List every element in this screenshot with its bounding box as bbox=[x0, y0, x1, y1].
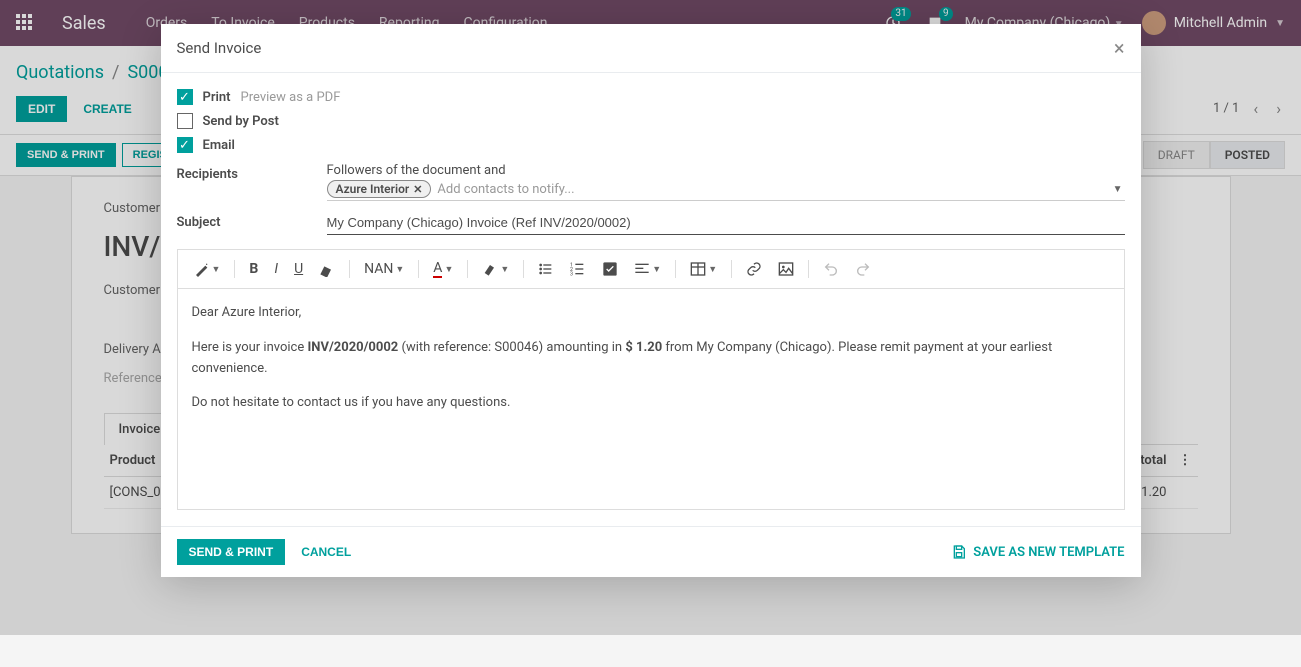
link-icon[interactable] bbox=[740, 257, 768, 281]
close-icon[interactable]: × bbox=[1114, 38, 1125, 58]
recipients-dropdown-icon[interactable]: ▼ bbox=[1113, 184, 1123, 195]
hint-preview-pdf[interactable]: Preview as a PDF bbox=[241, 90, 341, 105]
highlight-icon[interactable]: ▼ bbox=[476, 257, 515, 281]
subject-input[interactable] bbox=[327, 211, 1125, 235]
breadcrumb-root[interactable]: Quotations bbox=[16, 62, 104, 83]
body-closing: Do not hesitate to contact us if you hav… bbox=[192, 393, 1110, 414]
avatar bbox=[1142, 11, 1166, 35]
font-size-select[interactable]: NAN▼ bbox=[358, 257, 410, 281]
checkbox-print[interactable]: ✓ bbox=[177, 89, 193, 105]
label-print: Print bbox=[203, 90, 231, 105]
apps-icon[interactable] bbox=[16, 14, 34, 32]
label-subject: Subject bbox=[177, 211, 327, 230]
send-and-print-button[interactable]: SEND & PRINT bbox=[16, 143, 116, 167]
remove-recipient-icon[interactable]: ✕ bbox=[413, 183, 422, 196]
checklist-icon[interactable] bbox=[596, 257, 624, 281]
table-icon[interactable]: ▼ bbox=[684, 257, 723, 281]
body-main: Here is your invoice INV/2020/0002 (with… bbox=[192, 338, 1110, 380]
email-body-editor: ▼ B I U NAN▼ A▼ bbox=[177, 249, 1125, 510]
ol-icon[interactable]: 123 bbox=[564, 257, 592, 281]
pager-next-icon[interactable]: › bbox=[1272, 95, 1285, 122]
create-button[interactable]: CREATE bbox=[71, 96, 143, 122]
body-greeting: Dear Azure Interior, bbox=[192, 303, 1110, 324]
recipient-tag: Azure Interior ✕ bbox=[327, 180, 432, 198]
bold-icon[interactable]: B bbox=[243, 257, 264, 281]
app-brand[interactable]: Sales bbox=[62, 13, 106, 34]
stage-posted[interactable]: POSTED bbox=[1210, 141, 1285, 169]
checkbox-send-by-post[interactable] bbox=[177, 113, 193, 129]
modal-backdrop: Send Invoice × ✓ Print Preview as a PDF … bbox=[0, 0, 1301, 635]
recipients-input[interactable]: Azure Interior ✕ Add contacts to notify.… bbox=[327, 178, 1125, 201]
align-icon[interactable]: ▼ bbox=[628, 257, 667, 281]
edit-button[interactable]: EDIT bbox=[16, 96, 67, 122]
cancel-button[interactable]: CANCEL bbox=[289, 539, 363, 565]
modal-title: Send Invoice bbox=[177, 39, 262, 57]
send-invoice-modal: Send Invoice × ✓ Print Preview as a PDF … bbox=[161, 24, 1141, 577]
underline-icon[interactable]: U bbox=[288, 257, 309, 281]
modal-send-print-button[interactable]: SEND & PRINT bbox=[177, 539, 286, 565]
label-recipients: Recipients bbox=[177, 163, 327, 182]
svg-text:3: 3 bbox=[570, 272, 573, 277]
label-email: Email bbox=[203, 138, 235, 153]
redo-icon[interactable] bbox=[849, 257, 877, 281]
save-as-template-button[interactable]: SAVE AS NEW TEMPLATE bbox=[951, 544, 1124, 560]
discuss-badge: 9 bbox=[939, 7, 953, 21]
image-icon[interactable] bbox=[772, 257, 800, 281]
ul-icon[interactable] bbox=[532, 257, 560, 281]
checkbox-email[interactable]: ✓ bbox=[177, 137, 193, 153]
recipients-placeholder: Add contacts to notify... bbox=[437, 182, 1124, 197]
th-options[interactable]: ⋮ bbox=[1173, 445, 1198, 477]
label-send-by-post: Send by Post bbox=[203, 114, 279, 129]
status-stages: DRAFT POSTED bbox=[1143, 141, 1285, 169]
activities-badge: 31 bbox=[891, 7, 910, 21]
user-menu[interactable]: Mitchell Admin ▼ bbox=[1142, 11, 1285, 35]
font-color-icon[interactable]: A▼ bbox=[427, 256, 459, 282]
pager: 1 / 1 ‹ › bbox=[1213, 95, 1285, 122]
undo-icon[interactable] bbox=[817, 257, 845, 281]
save-icon bbox=[951, 544, 967, 560]
editor-body[interactable]: Dear Azure Interior, Here is your invoic… bbox=[178, 289, 1124, 509]
italic-icon[interactable]: I bbox=[268, 257, 284, 281]
recipients-hint: Followers of the document and bbox=[327, 163, 1125, 178]
user-name: Mitchell Admin bbox=[1174, 15, 1267, 31]
pager-value: 1 / 1 bbox=[1213, 101, 1239, 116]
magic-icon[interactable]: ▼ bbox=[188, 257, 227, 281]
editor-toolbar: ▼ B I U NAN▼ A▼ bbox=[178, 250, 1124, 289]
pager-prev-icon[interactable]: ‹ bbox=[1249, 95, 1262, 122]
stage-draft[interactable]: DRAFT bbox=[1143, 141, 1210, 169]
clear-format-icon[interactable] bbox=[313, 257, 341, 281]
